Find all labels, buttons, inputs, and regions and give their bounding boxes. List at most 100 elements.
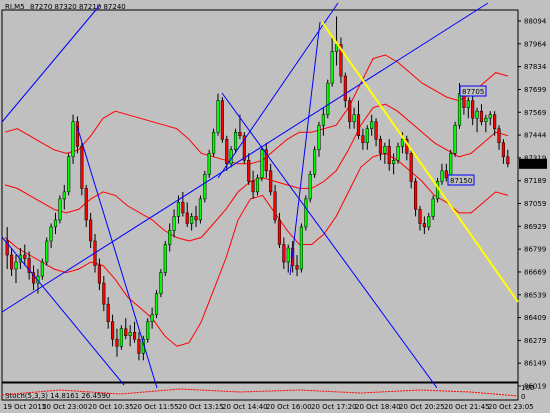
- candle-body: [475, 110, 479, 119]
- price-tick-label: 86799: [524, 246, 546, 254]
- candle-body: [326, 82, 330, 115]
- candle-body: [111, 321, 115, 340]
- candle-body: [212, 131, 216, 154]
- candle-body: [53, 219, 58, 228]
- candle-body: [431, 198, 435, 217]
- candle-body: [45, 240, 49, 263]
- candle-body: [225, 139, 229, 165]
- candle-body: [449, 153, 453, 179]
- candle-body: [97, 265, 101, 284]
- price-tick-label: 87569: [524, 109, 546, 117]
- candle-body: [286, 247, 290, 263]
- time-tick-label: 20 Oct 23:00: [42, 403, 88, 411]
- candle-body: [352, 114, 356, 122]
- candle-body: [471, 100, 475, 119]
- candle-body: [273, 191, 277, 221]
- candle-body: [62, 191, 66, 200]
- candle-body: [440, 170, 444, 182]
- candle-body: [330, 51, 334, 84]
- price-tick-label: 86409: [524, 314, 546, 322]
- candle-body: [40, 261, 44, 277]
- svg-text:87240: 87240: [522, 160, 544, 168]
- price-tick-label: 87964: [524, 40, 547, 48]
- candle-body: [124, 328, 128, 336]
- candle-body: [356, 114, 361, 136]
- candle-body: [238, 131, 242, 136]
- candle-body: [255, 177, 260, 193]
- price-tick-label: 86669: [524, 268, 546, 276]
- time-tick-label: 20 Oct 14:40: [222, 403, 268, 411]
- price-tick-label: 87059: [524, 200, 546, 208]
- candle-body: [14, 261, 18, 270]
- candle-body: [444, 170, 448, 179]
- ohlc-values: 87270 87320 87210 87240: [30, 3, 126, 11]
- candle-body: [58, 198, 62, 221]
- candle-body: [304, 198, 308, 228]
- candle-body: [387, 146, 391, 165]
- candle-body: [75, 121, 80, 147]
- candle-body: [190, 216, 194, 224]
- candle-body: [365, 128, 369, 144]
- candle-body: [493, 114, 497, 129]
- candle-body: [466, 100, 470, 108]
- candle-body: [383, 146, 387, 154]
- candle-body: [106, 303, 110, 322]
- candle-body: [216, 100, 220, 133]
- time-tick-label: 20 Oct 20:25: [399, 403, 445, 411]
- price-tick-label: 86539: [524, 291, 546, 299]
- candle-body: [23, 254, 27, 259]
- candle-body: [163, 244, 167, 273]
- trading-chart[interactable]: RI,M5 87270 87320 87210 87240 88094 87964…: [0, 0, 550, 413]
- candle-body: [501, 142, 505, 158]
- candle-body: [80, 146, 84, 189]
- time-tick-label: 20 Oct 11:55: [133, 403, 179, 411]
- price-marker-high[interactable]: 87705: [459, 85, 487, 97]
- candle-body: [176, 202, 181, 217]
- candle-body: [282, 244, 286, 263]
- price-tick-label: 86929: [524, 223, 546, 231]
- time-tick-label: 20 Oct 13:15: [178, 403, 224, 411]
- indicator-scale-bottom: 0: [521, 393, 525, 401]
- candle-body: [317, 124, 321, 151]
- price-tick-label: 86149: [524, 360, 546, 368]
- candle-body: [146, 321, 150, 340]
- time-tick-label: 20 Oct 23:05: [488, 403, 534, 411]
- price-tick-label: 87834: [524, 63, 547, 71]
- time-tick-label: 19 Oct 2015: [3, 403, 46, 411]
- candle-body: [422, 223, 426, 228]
- candle-body: [418, 209, 422, 224]
- price-marker-low[interactable]: 87150: [447, 174, 475, 186]
- candle-body: [400, 139, 404, 147]
- candle-body: [269, 170, 273, 193]
- candle-body: [71, 121, 75, 158]
- candle-body: [49, 226, 53, 242]
- candle-body: [321, 114, 325, 126]
- price-tick-label: 87189: [524, 177, 546, 185]
- candle-body: [102, 282, 106, 305]
- candle-body: [203, 174, 207, 200]
- svg-text:87705: 87705: [462, 88, 484, 96]
- candle-body: [435, 181, 440, 200]
- candle-body: [343, 75, 347, 101]
- current-price-tag: 87240: [519, 158, 547, 169]
- candle-body: [207, 153, 211, 175]
- candle-body: [299, 226, 303, 270]
- candle-body: [251, 181, 255, 193]
- candle-body: [233, 131, 238, 151]
- candle-body: [150, 314, 154, 322]
- candle-body: [427, 216, 431, 228]
- candle-body: [308, 174, 312, 200]
- candle-body: [277, 219, 282, 245]
- candle-body: [488, 114, 492, 119]
- candle-body: [260, 149, 264, 179]
- candle-body: [198, 198, 202, 221]
- candle-body: [132, 331, 137, 340]
- candle-body: [115, 338, 119, 347]
- price-tick-label: 88094: [524, 18, 547, 26]
- candle-body: [295, 265, 299, 270]
- candle-body: [414, 181, 418, 210]
- candle-body: [506, 156, 510, 165]
- candle-body: [128, 331, 132, 336]
- time-tick-label: 20 Oct 21:45: [444, 403, 490, 411]
- time-tick-label: 20 Oct 17:20: [311, 403, 357, 411]
